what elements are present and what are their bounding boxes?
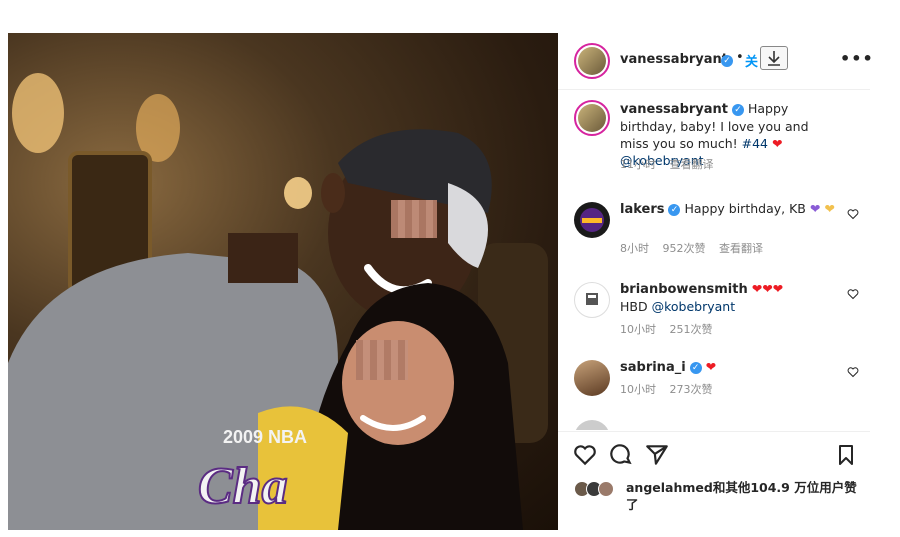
shirt-print-line1: 2009 NBA: [223, 427, 307, 447]
likes-count-text[interactable]: angelahmed和其他104.9 万位用户赞了: [626, 479, 866, 513]
comment-meta: 10小时 273次赞: [620, 381, 723, 397]
like-comment-icon[interactable]: [847, 288, 859, 300]
comment-partial: [558, 420, 870, 430]
photo-illustration: 2009 NBA Cha: [8, 73, 548, 530]
see-translation-link[interactable]: 查看翻译: [670, 158, 714, 171]
comments-list[interactable]: vanessabryant ✓ Happy birthday, baby! I …: [558, 90, 870, 430]
commenter-avatar[interactable]: [574, 420, 610, 430]
like-icon[interactable]: [572, 442, 598, 468]
face-blur-woman: [356, 340, 408, 380]
commenter-avatar[interactable]: [574, 100, 610, 136]
share-icon[interactable]: [644, 442, 670, 468]
like-comment-icon[interactable]: [847, 208, 859, 220]
red-heart-icon: ❤: [772, 136, 783, 151]
face-blur-man: [391, 200, 437, 238]
mention-link[interactable]: @kobebryant: [652, 299, 736, 314]
likers-avatars[interactable]: [574, 481, 620, 497]
comment-meta: 8小时 952次赞 查看翻译: [620, 240, 773, 256]
verified-icon: ✓: [668, 203, 681, 216]
post-header: vanessabryant ✓ • 关 •••: [558, 33, 873, 89]
comment-body: HBD: [620, 299, 648, 314]
actions-divider: [558, 431, 870, 432]
follow-button[interactable]: 关: [745, 51, 758, 70]
more-options-button[interactable]: •••: [840, 49, 874, 68]
red-heart-icon: ❤❤❤: [751, 281, 784, 296]
comment-likes[interactable]: 251次赞: [670, 323, 713, 336]
comment-icon[interactable]: [608, 442, 634, 468]
comment-lakers: lakers ✓ Happy birthday, KB ❤ ❤ 8小时 952次…: [558, 198, 870, 268]
author-username[interactable]: vanessabryant: [620, 52, 728, 67]
comment-sabrina: sabrina_i ✓ ❤ 10小时 273次赞: [558, 356, 870, 406]
shirt-print-line2: Cha: [198, 458, 288, 515]
comment-text: lakers ✓ Happy birthday, KB ❤ ❤: [620, 200, 840, 218]
post-side-panel: vanessabryant ✓ • 关 ••• vanessabryant ✓ …: [558, 33, 873, 530]
purple-heart-icon: ❤: [809, 201, 821, 216]
instagram-post: 2009 NBA Cha vanessabryant ✓ • 关 ••• van…: [8, 33, 873, 530]
gold-heart-icon: ❤: [824, 201, 835, 216]
comment-likes[interactable]: 273次赞: [670, 383, 713, 396]
commenter-avatar[interactable]: [574, 360, 610, 396]
caption-comment: vanessabryant ✓ Happy birthday, baby! I …: [558, 100, 870, 180]
comment-username[interactable]: sabrina_i: [620, 360, 686, 375]
comment-likes[interactable]: 952次赞: [663, 242, 706, 255]
comment-meta: 10小时 251次赞: [620, 321, 723, 337]
comment-time: 8小时: [620, 242, 649, 255]
download-icon[interactable]: [760, 46, 788, 70]
comment-username[interactable]: vanessabryant: [620, 102, 728, 117]
verified-icon: ✓: [731, 103, 744, 116]
comment-text: sabrina_i ✓ ❤: [620, 358, 840, 376]
see-translation-link[interactable]: 查看翻译: [719, 242, 763, 255]
verified-icon: ✓: [689, 361, 702, 374]
comment-body: Happy birthday, KB: [684, 201, 806, 216]
author-avatar[interactable]: [574, 43, 610, 79]
verified-icon: ✓: [721, 55, 733, 67]
like-comment-icon[interactable]: [847, 366, 859, 378]
comment-username[interactable]: lakers: [620, 202, 665, 217]
lakers-avatar[interactable]: [574, 202, 610, 238]
post-photo[interactable]: 2009 NBA Cha: [8, 33, 558, 530]
comment-text: brianbowensmith ❤❤❤ HBD @kobebryant: [620, 280, 840, 315]
comment-time: 10小时: [620, 383, 656, 396]
comment-username[interactable]: brianbowensmith: [620, 282, 748, 297]
save-bookmark-icon[interactable]: [834, 442, 858, 468]
comment-time: 11小时: [620, 158, 656, 171]
hashtag-link[interactable]: #44: [742, 136, 768, 151]
commenter-avatar[interactable]: [574, 282, 610, 318]
comment-meta: 11小时 查看翻译: [620, 156, 724, 172]
comment-brianbowensmith: brianbowensmith ❤❤❤ HBD @kobebryant 10小时…: [558, 278, 870, 340]
comment-time: 10小时: [620, 323, 656, 336]
post-actions: [558, 442, 870, 472]
separator-dot: •: [736, 50, 744, 65]
red-heart-icon: ❤: [705, 359, 717, 374]
